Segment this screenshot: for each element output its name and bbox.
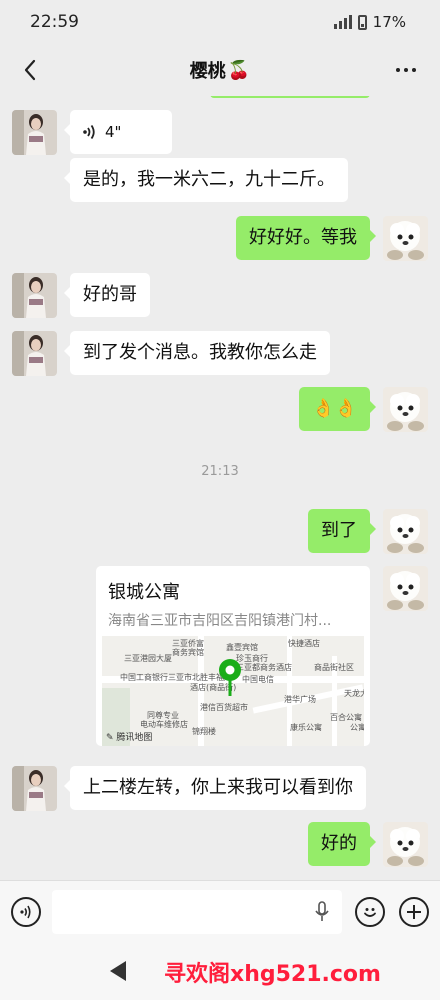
voice-wave-icon bbox=[83, 124, 95, 140]
message-emoji-sent[interactable]: 👌👌 bbox=[299, 387, 376, 431]
map-label: 中国电信 bbox=[242, 675, 274, 684]
system-navigation-bar: 寻欢阁xhg521.com bbox=[0, 942, 440, 1000]
chat-input-bar bbox=[0, 880, 440, 942]
location-address: 海南省三亚市吉阳区吉阳镇港门村... bbox=[108, 613, 332, 629]
map-label: 天龙大 bbox=[344, 689, 364, 698]
message-input[interactable] bbox=[52, 890, 342, 934]
site-watermark: 寻欢阁xhg521.com bbox=[164, 962, 381, 987]
status-time: 22:59 bbox=[30, 12, 79, 32]
my-avatar[interactable] bbox=[383, 566, 428, 611]
location-message-card[interactable]: 银城公寓 海南省三亚市吉阳区吉阳镇港门村... 三亚侨富 商务宾馆 鑫壹宾馆 快… bbox=[96, 566, 370, 746]
voice-wave-icon bbox=[20, 905, 31, 919]
location-map-preview[interactable]: 三亚侨富 商务宾馆 鑫壹宾馆 快捷酒店 三亚港园大厦 珍玉商行 三亚都商务酒店 … bbox=[102, 636, 364, 746]
message-text-received[interactable]: 好的哥 bbox=[64, 273, 150, 317]
voice-duration: 4" bbox=[105, 123, 122, 141]
emoji-button[interactable] bbox=[355, 897, 385, 927]
map-label: 鑫壹宾馆 bbox=[226, 643, 258, 652]
map-label: 快捷酒店 bbox=[288, 639, 320, 648]
map-label: 三亚港园大厦 bbox=[124, 654, 172, 663]
contact-avatar[interactable] bbox=[12, 110, 57, 155]
voice-message[interactable]: 4" bbox=[64, 110, 172, 154]
microphone-icon[interactable] bbox=[314, 901, 330, 923]
location-name: 银城公寓 bbox=[108, 582, 180, 603]
emoji-icon bbox=[364, 908, 376, 917]
previous-message-bubble[interactable] bbox=[210, 96, 370, 98]
map-label: 电动车维修店 bbox=[140, 720, 188, 729]
message-text-received[interactable]: 到了发个消息。我教你怎么走 bbox=[64, 331, 330, 375]
contact-avatar[interactable] bbox=[12, 273, 57, 318]
map-label: 港华广场 bbox=[284, 695, 316, 704]
battery-percent: 17% bbox=[372, 13, 406, 31]
map-pin-icon bbox=[219, 659, 241, 696]
contact-name: 樱桃 bbox=[189, 61, 226, 82]
more-icon bbox=[396, 68, 400, 72]
my-avatar[interactable] bbox=[383, 509, 428, 554]
map-label: 公寓 bbox=[350, 723, 364, 732]
map-label: 锦翔楼 bbox=[192, 727, 216, 736]
message-text-received[interactable]: 上二楼左转，你上来我可以看到你 bbox=[64, 766, 366, 810]
map-label: 商务宾馆 bbox=[172, 648, 204, 657]
message-text-sent[interactable]: 好的 bbox=[308, 822, 376, 866]
map-label: 商品街社区 bbox=[314, 663, 354, 672]
more-functions-button[interactable] bbox=[399, 897, 429, 927]
map-label: 三亚都商务酒店 bbox=[236, 663, 292, 672]
status-right: 17% bbox=[333, 13, 406, 31]
my-avatar[interactable] bbox=[383, 216, 428, 261]
chat-header: 樱桃 🍒 bbox=[0, 44, 440, 96]
chat-title: 樱桃 🍒 bbox=[190, 57, 250, 83]
map-source-label: ✎ 腾讯地图 bbox=[106, 733, 153, 743]
message-text-sent[interactable]: 到了 bbox=[308, 509, 376, 553]
map-label: 康乐公寓 bbox=[290, 723, 322, 732]
status-bar: 22:59 17% bbox=[0, 0, 440, 44]
message-timestamp: 21:13 bbox=[201, 464, 239, 479]
contact-avatar[interactable] bbox=[12, 331, 57, 376]
signal-icon bbox=[333, 15, 352, 29]
message-text-sent[interactable]: 好好好。等我 bbox=[236, 216, 376, 260]
chat-message-list[interactable]: 4" 是的，我一米六二，九十二斤。 好好好。等我 好的哥 到了发个消息。我教你怎… bbox=[0, 96, 440, 880]
battery-icon bbox=[357, 14, 367, 30]
message-text-received[interactable]: 是的，我一米六二，九十二斤。 bbox=[64, 158, 348, 202]
map-label: 港信百货超市 bbox=[200, 703, 248, 712]
more-button[interactable] bbox=[390, 54, 422, 86]
plus-icon bbox=[407, 905, 421, 919]
my-avatar[interactable] bbox=[383, 822, 428, 867]
back-button[interactable] bbox=[14, 54, 46, 86]
back-icon[interactable] bbox=[110, 961, 126, 981]
chevron-left-icon bbox=[24, 59, 36, 81]
map-label: 中国工商银行 bbox=[120, 673, 168, 682]
contact-avatar[interactable] bbox=[12, 766, 57, 811]
cherry-emoji: 🍒 bbox=[227, 59, 251, 81]
my-avatar[interactable] bbox=[383, 387, 428, 432]
voice-input-button[interactable] bbox=[11, 897, 41, 927]
